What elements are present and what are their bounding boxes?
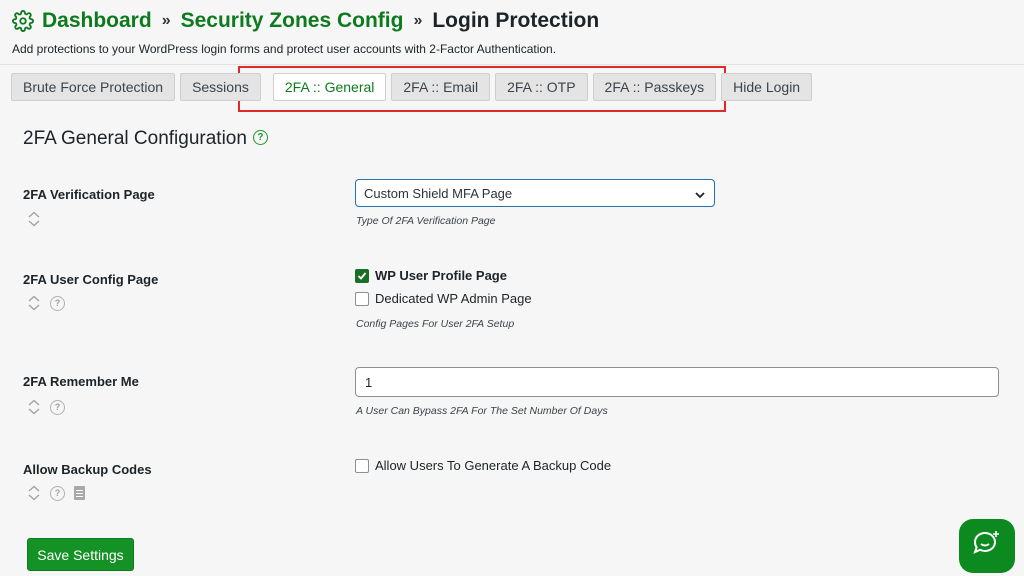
verification-page-select[interactable]: Custom Shield MFA Page xyxy=(355,179,715,207)
tab-2fa-otp[interactable]: 2FA :: OTP xyxy=(495,73,588,101)
tab-2fa-email[interactable]: 2FA :: Email xyxy=(391,73,491,101)
backup-codes-label: Allow Backup Codes xyxy=(23,462,152,477)
sort-icon[interactable] xyxy=(27,399,41,415)
user-config-page-label: 2FA User Config Page xyxy=(23,272,159,287)
section-title-text: 2FA General Configuration xyxy=(23,128,247,149)
verification-page-icons xyxy=(27,211,50,227)
sort-icon[interactable] xyxy=(27,485,41,501)
user-config-page-icons: ? xyxy=(27,295,74,311)
wp-user-profile-checkbox[interactable] xyxy=(355,268,369,283)
breadcrumb: Dashboard » Security Zones Config » Logi… xyxy=(12,8,599,34)
help-icon[interactable]: ? xyxy=(50,485,65,501)
sort-icon[interactable] xyxy=(27,211,41,227)
breadcrumb-separator: » xyxy=(161,12,171,29)
chat-support-button[interactable] xyxy=(959,519,1015,573)
verification-page-help: Type Of 2FA Verification Page xyxy=(356,215,496,227)
dedicated-admin-page-label: Dedicated WP Admin Page xyxy=(375,291,532,306)
tab-hide-login[interactable]: Hide Login xyxy=(721,73,813,101)
chat-icon xyxy=(971,529,1003,564)
gear-icon[interactable] xyxy=(12,10,34,32)
remember-me-label: 2FA Remember Me xyxy=(23,374,139,389)
help-icon[interactable]: ? xyxy=(50,295,65,311)
verification-page-label: 2FA Verification Page xyxy=(23,187,155,202)
sort-icon[interactable] xyxy=(27,295,41,311)
remember-me-icons: ? xyxy=(27,399,74,415)
backup-codes-icons: ? xyxy=(27,485,85,501)
save-settings-button[interactable]: Save Settings xyxy=(27,538,134,571)
remember-me-help: A User Can Bypass 2FA For The Set Number… xyxy=(356,405,608,417)
remember-me-input[interactable]: 1 xyxy=(355,367,999,397)
chevron-down-icon xyxy=(695,188,705,199)
help-icon[interactable]: ? xyxy=(50,399,65,415)
tab-2fa-general[interactable]: 2FA :: General xyxy=(272,73,387,101)
tab-bar: Brute Force Protection Sessions 2FA :: G… xyxy=(11,73,817,101)
tab-sessions[interactable]: Sessions xyxy=(180,73,261,101)
breadcrumb-security-zones-link[interactable]: Security Zones Config xyxy=(181,9,404,33)
wp-user-profile-label: WP User Profile Page xyxy=(375,268,507,283)
dedicated-admin-page-option[interactable]: Dedicated WP Admin Page xyxy=(355,291,532,306)
page-title: Login Protection xyxy=(432,9,600,32)
verification-page-selected: Custom Shield MFA Page xyxy=(364,185,513,201)
section-title: 2FA General Configuration ? xyxy=(23,128,268,150)
help-icon[interactable]: ? xyxy=(252,129,268,145)
backup-codes-option[interactable]: Allow Users To Generate A Backup Code xyxy=(355,458,611,473)
dedicated-admin-page-checkbox[interactable] xyxy=(355,291,369,306)
wp-user-profile-option[interactable]: WP User Profile Page xyxy=(355,268,507,283)
backup-codes-checkbox[interactable] xyxy=(355,458,369,473)
breadcrumb-separator: » xyxy=(413,12,423,29)
breadcrumb-dashboard-link[interactable]: Dashboard xyxy=(42,9,152,33)
backup-codes-option-label: Allow Users To Generate A Backup Code xyxy=(375,458,612,473)
user-config-page-help: Config Pages For User 2FA Setup xyxy=(356,318,515,330)
tab-2fa-passkeys[interactable]: 2FA :: Passkeys xyxy=(592,73,717,101)
header-divider xyxy=(0,64,1024,65)
doc-icon[interactable] xyxy=(74,486,85,500)
page-subtitle: Add protections to your WordPress login … xyxy=(12,42,557,56)
tab-brute-force-protection[interactable]: Brute Force Protection xyxy=(11,73,176,101)
